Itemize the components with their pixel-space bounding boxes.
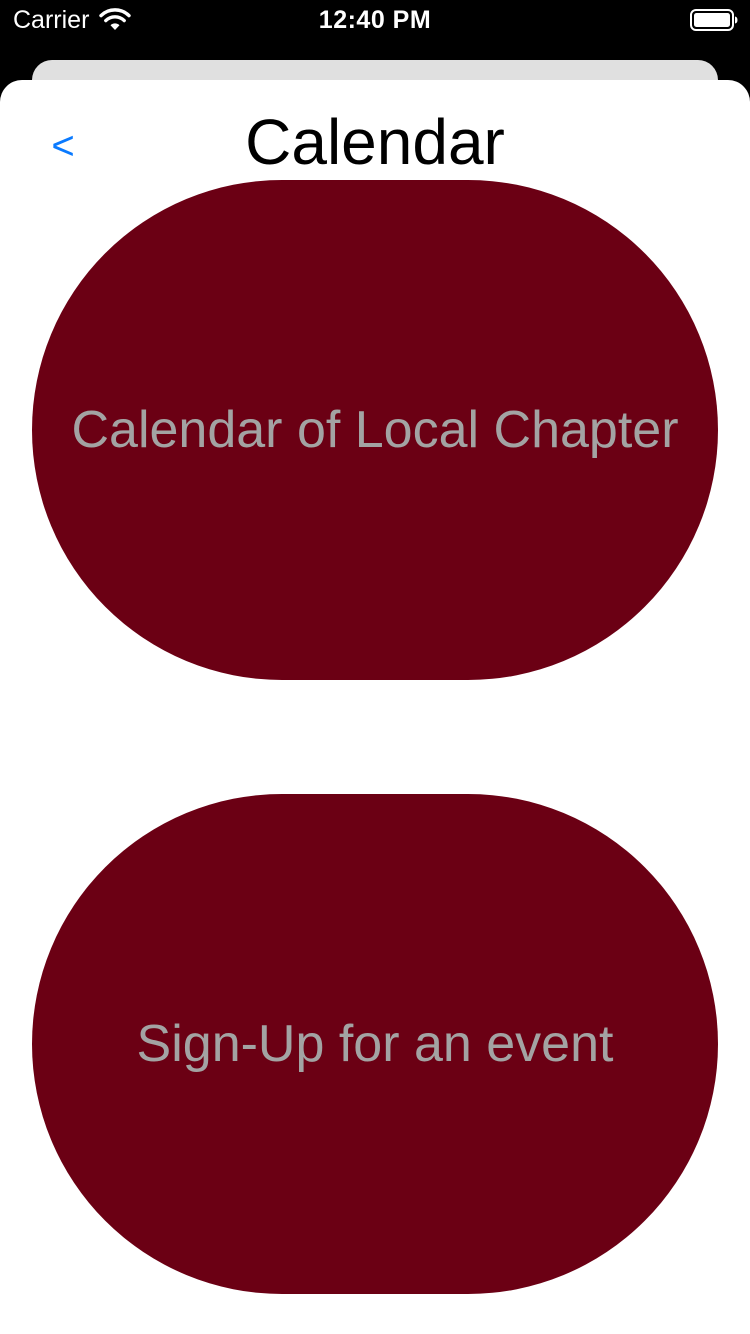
- sign-up-event-button[interactable]: Sign-Up for an event: [32, 794, 718, 1294]
- calendar-of-local-chapter-label: Calendar of Local Chapter: [71, 401, 679, 459]
- battery-icon: [690, 9, 738, 31]
- status-bar: Carrier 12:40 PM: [0, 0, 750, 40]
- sign-up-event-label: Sign-Up for an event: [136, 1015, 614, 1073]
- calendar-of-local-chapter-button[interactable]: Calendar of Local Chapter: [32, 180, 718, 680]
- status-time: 12:40 PM: [318, 6, 432, 34]
- modal-sheet: < Calendar Calendar of Local Chapter Sig…: [0, 80, 750, 1334]
- page-title: Calendar: [245, 106, 505, 178]
